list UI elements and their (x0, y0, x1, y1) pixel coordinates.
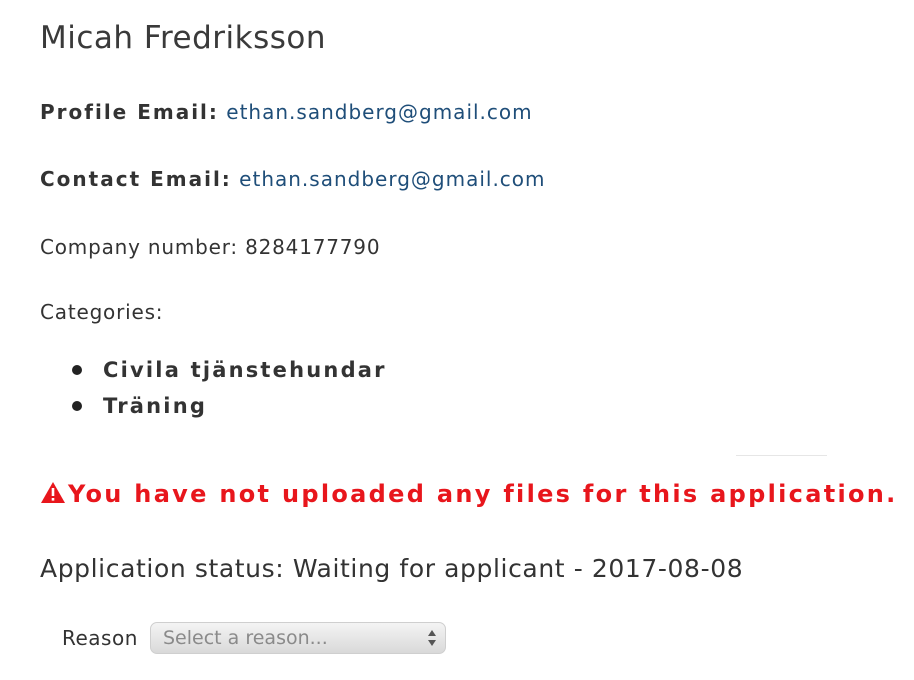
reason-select-placeholder: Select a reason... (163, 627, 328, 649)
warning-text: You have not uploaded any files for this… (68, 480, 898, 508)
contact-email-link[interactable]: ethan.sandberg@gmail.com (239, 167, 545, 191)
categories-label: Categories: (40, 300, 164, 324)
categories-list: Civila tjänstehundar Träning (70, 355, 387, 427)
company-number: Company number: 8284177790 (40, 235, 381, 259)
list-item: Civila tjänstehundar (70, 355, 387, 391)
divider (736, 455, 827, 456)
bullet-icon (72, 401, 82, 411)
category-label: Civila tjänstehundar (103, 358, 387, 382)
profile-email-row: Profile Email: ethan.sandberg@gmail.com (40, 100, 533, 124)
list-item: Träning (70, 391, 387, 427)
select-arrows-icon (427, 628, 437, 648)
application-status: Application status: Waiting for applican… (40, 554, 744, 583)
reason-label: Reason (62, 626, 138, 650)
bullet-icon (72, 365, 82, 375)
warning-triangle-icon (40, 481, 66, 510)
reason-select[interactable]: Select a reason... (150, 622, 446, 654)
profile-email-link[interactable]: ethan.sandberg@gmail.com (226, 100, 532, 124)
profile-email-label: Profile Email: (40, 100, 219, 124)
no-files-warning: You have not uploaded any files for this… (40, 480, 898, 510)
application-detail-page: Micah Fredriksson Profile Email: ethan.s… (0, 0, 914, 680)
applicant-name: Micah Fredriksson (40, 20, 327, 56)
contact-email-label: Contact Email: (40, 167, 232, 191)
contact-email-row: Contact Email: ethan.sandberg@gmail.com (40, 167, 546, 191)
category-label: Träning (103, 394, 208, 418)
